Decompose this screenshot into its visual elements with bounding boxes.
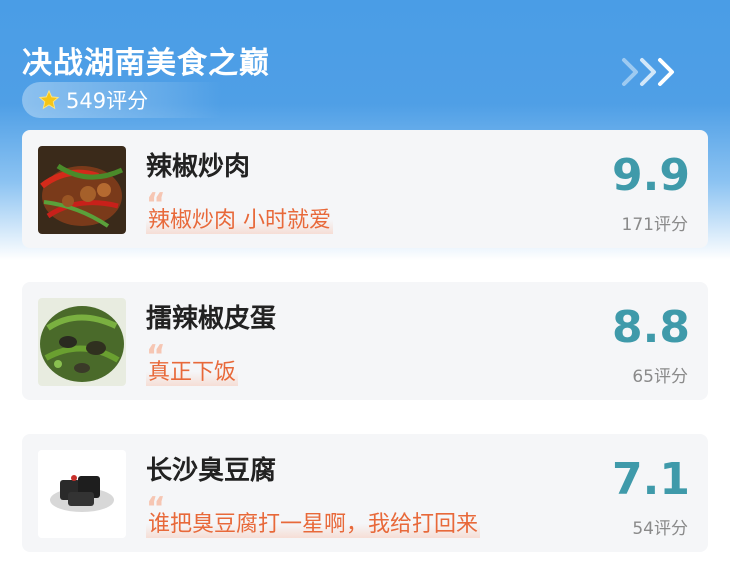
food-thumbnail [38, 146, 126, 234]
food-name: 辣椒炒肉 [146, 152, 251, 182]
food-card[interactable]: 辣椒炒肉 “ 辣椒炒肉 小时就爱 9.9 171评分 [22, 130, 708, 248]
food-score: 9.9 [612, 150, 690, 201]
food-thumbnail [38, 298, 126, 386]
food-thumbnail [38, 450, 126, 538]
food-card[interactable]: 擂辣椒皮蛋 “ 真正下饭 8.8 65评分 [22, 282, 708, 400]
food-card[interactable]: 长沙臭豆腐 “ 谁把臭豆腐打一星啊，我给打回来 7.1 54评分 [22, 434, 708, 552]
food-name: 长沙臭豆腐 [146, 456, 277, 486]
food-comment: 谁把臭豆腐打一星啊，我给打回来 [146, 506, 481, 538]
food-comment: 真正下饭 [146, 354, 239, 386]
rating-count: 549评分 [66, 89, 149, 113]
food-score: 8.8 [612, 302, 690, 353]
star-icon [38, 89, 60, 110]
rating-count: 65评分 [632, 367, 688, 387]
rating-count: 171评分 [621, 215, 688, 235]
rating-count: 54评分 [632, 519, 688, 539]
food-score: 7.1 [612, 454, 690, 505]
ranking-header: 决战湖南美食之巅 549评分 [22, 38, 712, 118]
triple-chevron-right-icon[interactable] [618, 52, 678, 92]
rating-badge: 549评分 [22, 82, 222, 118]
page-title: 决战湖南美食之巅 [22, 46, 270, 81]
food-comment: 辣椒炒肉 小时就爱 [146, 202, 333, 234]
food-name: 擂辣椒皮蛋 [146, 304, 277, 334]
